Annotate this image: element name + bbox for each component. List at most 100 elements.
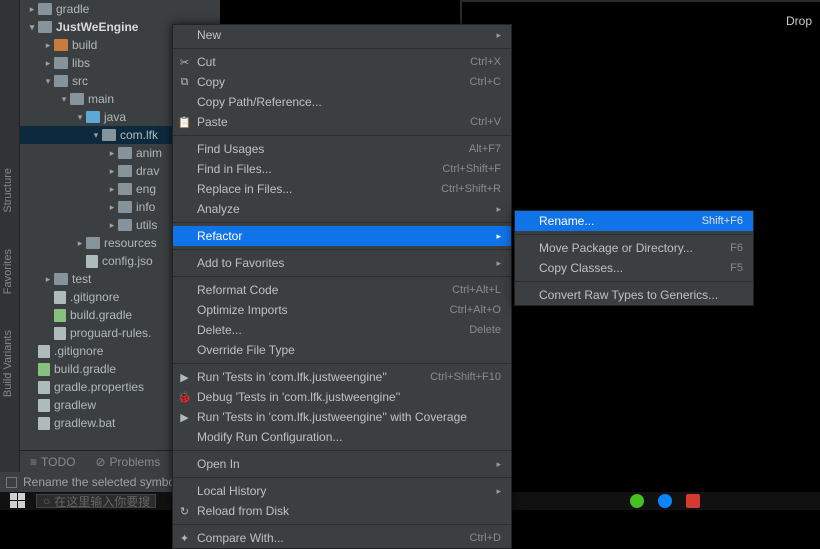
menu-item[interactable]: Reformat CodeCtrl+Alt+L bbox=[173, 280, 511, 300]
menu-item[interactable]: Find UsagesAlt+F7 bbox=[173, 139, 511, 159]
file-icon bbox=[38, 417, 50, 430]
submenu-arrow-icon: ▸ bbox=[496, 204, 501, 215]
menu-separator bbox=[173, 222, 511, 223]
file-icon bbox=[38, 381, 50, 394]
tree-label: eng bbox=[136, 182, 156, 196]
tab-favorites[interactable]: Favorites bbox=[0, 241, 16, 302]
menu-item[interactable]: Refactor▸ bbox=[173, 226, 511, 246]
expand-arrow[interactable]: ▸ bbox=[74, 238, 86, 249]
expand-arrow[interactable]: ▸ bbox=[42, 274, 54, 285]
menu-label: Local History bbox=[197, 484, 496, 498]
folder-icon bbox=[70, 93, 84, 105]
menu-label: Delete... bbox=[197, 323, 469, 337]
menu-item[interactable]: ↻Reload from Disk bbox=[173, 501, 511, 521]
menu-separator bbox=[173, 477, 511, 478]
menu-label: Copy Path/Reference... bbox=[197, 95, 501, 109]
tool-window-stripe: Structure Favorites Build Variants bbox=[0, 0, 20, 510]
menu-item[interactable]: Copy Classes...F5 bbox=[515, 258, 753, 278]
problems-tab[interactable]: ⊘ Problems bbox=[85, 455, 170, 469]
menu-separator bbox=[173, 276, 511, 277]
status-text: Rename the selected symbol bbox=[23, 475, 178, 489]
menu-item[interactable]: 🐞Debug 'Tests in 'com.lfk.justweengine'' bbox=[173, 387, 511, 407]
menu-item[interactable]: Convert Raw Types to Generics... bbox=[515, 285, 753, 305]
folder-icon bbox=[118, 147, 132, 159]
tree-label: libs bbox=[72, 56, 90, 70]
tree-label: build.gradle bbox=[54, 362, 116, 376]
menu-label: Analyze bbox=[197, 202, 496, 216]
folder-icon bbox=[38, 3, 52, 15]
tree-item[interactable]: ▸ gradle bbox=[20, 0, 220, 18]
menu-icon: ✂ bbox=[178, 56, 191, 69]
menu-item[interactable]: ▶Run 'Tests in 'com.lfk.justweengine'' w… bbox=[173, 407, 511, 427]
menu-item[interactable]: Optimize ImportsCtrl+Alt+O bbox=[173, 300, 511, 320]
tab-build-variants[interactable]: Build Variants bbox=[0, 322, 16, 405]
status-checkbox[interactable] bbox=[6, 477, 17, 488]
menu-item[interactable]: ✂CutCtrl+X bbox=[173, 52, 511, 72]
menu-icon: ↻ bbox=[178, 505, 191, 518]
expand-arrow[interactable]: ▸ bbox=[106, 148, 118, 159]
menu-separator bbox=[173, 249, 511, 250]
expand-arrow[interactable]: ▾ bbox=[42, 76, 54, 87]
menu-item[interactable]: Copy Path/Reference... bbox=[173, 92, 511, 112]
menu-item[interactable]: Replace in Files...Ctrl+Shift+R bbox=[173, 179, 511, 199]
expand-arrow[interactable]: ▸ bbox=[106, 166, 118, 177]
tree-label: resources bbox=[104, 236, 157, 250]
tree-label: main bbox=[88, 92, 114, 106]
tray-icon[interactable] bbox=[658, 494, 672, 508]
expand-arrow[interactable]: ▸ bbox=[42, 58, 54, 69]
menu-item[interactable]: Add to Favorites▸ bbox=[173, 253, 511, 273]
expand-arrow[interactable]: ▸ bbox=[26, 4, 38, 15]
menu-item[interactable]: Delete...Delete bbox=[173, 320, 511, 340]
folder-icon bbox=[54, 39, 68, 51]
expand-arrow[interactable]: ▾ bbox=[58, 94, 70, 105]
expand-arrow[interactable]: ▸ bbox=[106, 202, 118, 213]
shortcut: Delete bbox=[469, 324, 501, 336]
shortcut: Alt+F7 bbox=[469, 143, 501, 155]
menu-separator bbox=[173, 524, 511, 525]
shortcut: F5 bbox=[730, 262, 743, 274]
tray-icon[interactable] bbox=[686, 494, 700, 508]
file-icon bbox=[54, 291, 66, 304]
menu-item[interactable]: Local History▸ bbox=[173, 481, 511, 501]
menu-item[interactable]: ⧉CopyCtrl+C bbox=[173, 72, 511, 92]
expand-arrow[interactable]: ▸ bbox=[42, 40, 54, 51]
shortcut: Ctrl+Alt+L bbox=[452, 284, 501, 296]
menu-item[interactable]: Override File Type bbox=[173, 340, 511, 360]
context-menu[interactable]: New▸ ✂CutCtrl+X⧉CopyCtrl+C Copy Path/Refer… bbox=[172, 24, 512, 549]
tree-label: gradle bbox=[56, 2, 89, 16]
menu-item[interactable]: ▶Run 'Tests in 'com.lfk.justweengine''Ct… bbox=[173, 367, 511, 387]
menu-label: Compare With... bbox=[197, 531, 470, 545]
menu-label: Run 'Tests in 'com.lfk.justweengine'' wi… bbox=[197, 410, 501, 424]
menu-item[interactable]: New▸ bbox=[173, 25, 511, 45]
tray-icon[interactable] bbox=[630, 494, 644, 508]
menu-item[interactable]: Analyze▸ bbox=[173, 199, 511, 219]
menu-item[interactable]: Open In▸ bbox=[173, 454, 511, 474]
menu-item[interactable]: Modify Run Configuration... bbox=[173, 427, 511, 447]
folder-icon bbox=[54, 75, 68, 87]
menu-item[interactable]: ✦Compare With...Ctrl+D bbox=[173, 528, 511, 548]
menu-item[interactable]: 📋PasteCtrl+V bbox=[173, 112, 511, 132]
expand-arrow[interactable]: ▾ bbox=[74, 112, 86, 123]
shortcut: Ctrl+Shift+F10 bbox=[430, 371, 501, 383]
tab-structure[interactable]: Structure bbox=[0, 160, 16, 221]
expand-arrow[interactable]: ▸ bbox=[106, 184, 118, 195]
expand-arrow[interactable]: ▾ bbox=[90, 130, 102, 141]
menu-item[interactable]: Rename...Shift+F6 bbox=[515, 211, 753, 231]
windows-start-icon[interactable] bbox=[10, 493, 26, 509]
tree-label: test bbox=[72, 272, 91, 286]
tree-label: java bbox=[104, 110, 126, 124]
os-search[interactable]: ○在这里输入你要搜 bbox=[36, 494, 156, 508]
todo-tab[interactable]: ≡ TODO bbox=[20, 455, 85, 469]
menu-item[interactable]: Find in Files...Ctrl+Shift+F bbox=[173, 159, 511, 179]
file-icon bbox=[38, 363, 50, 376]
file-icon bbox=[54, 309, 66, 322]
shortcut: Ctrl+X bbox=[470, 56, 501, 68]
expand-arrow[interactable]: ▾ bbox=[26, 22, 38, 33]
menu-label: Copy bbox=[197, 75, 470, 89]
folder-icon bbox=[38, 21, 52, 33]
refactor-submenu[interactable]: Rename...Shift+F6 Move Package or Directo… bbox=[514, 210, 754, 306]
expand-arrow[interactable]: ▸ bbox=[106, 220, 118, 231]
menu-item[interactable]: Move Package or Directory...F6 bbox=[515, 238, 753, 258]
shortcut: Ctrl+V bbox=[470, 116, 501, 128]
file-icon bbox=[38, 399, 50, 412]
